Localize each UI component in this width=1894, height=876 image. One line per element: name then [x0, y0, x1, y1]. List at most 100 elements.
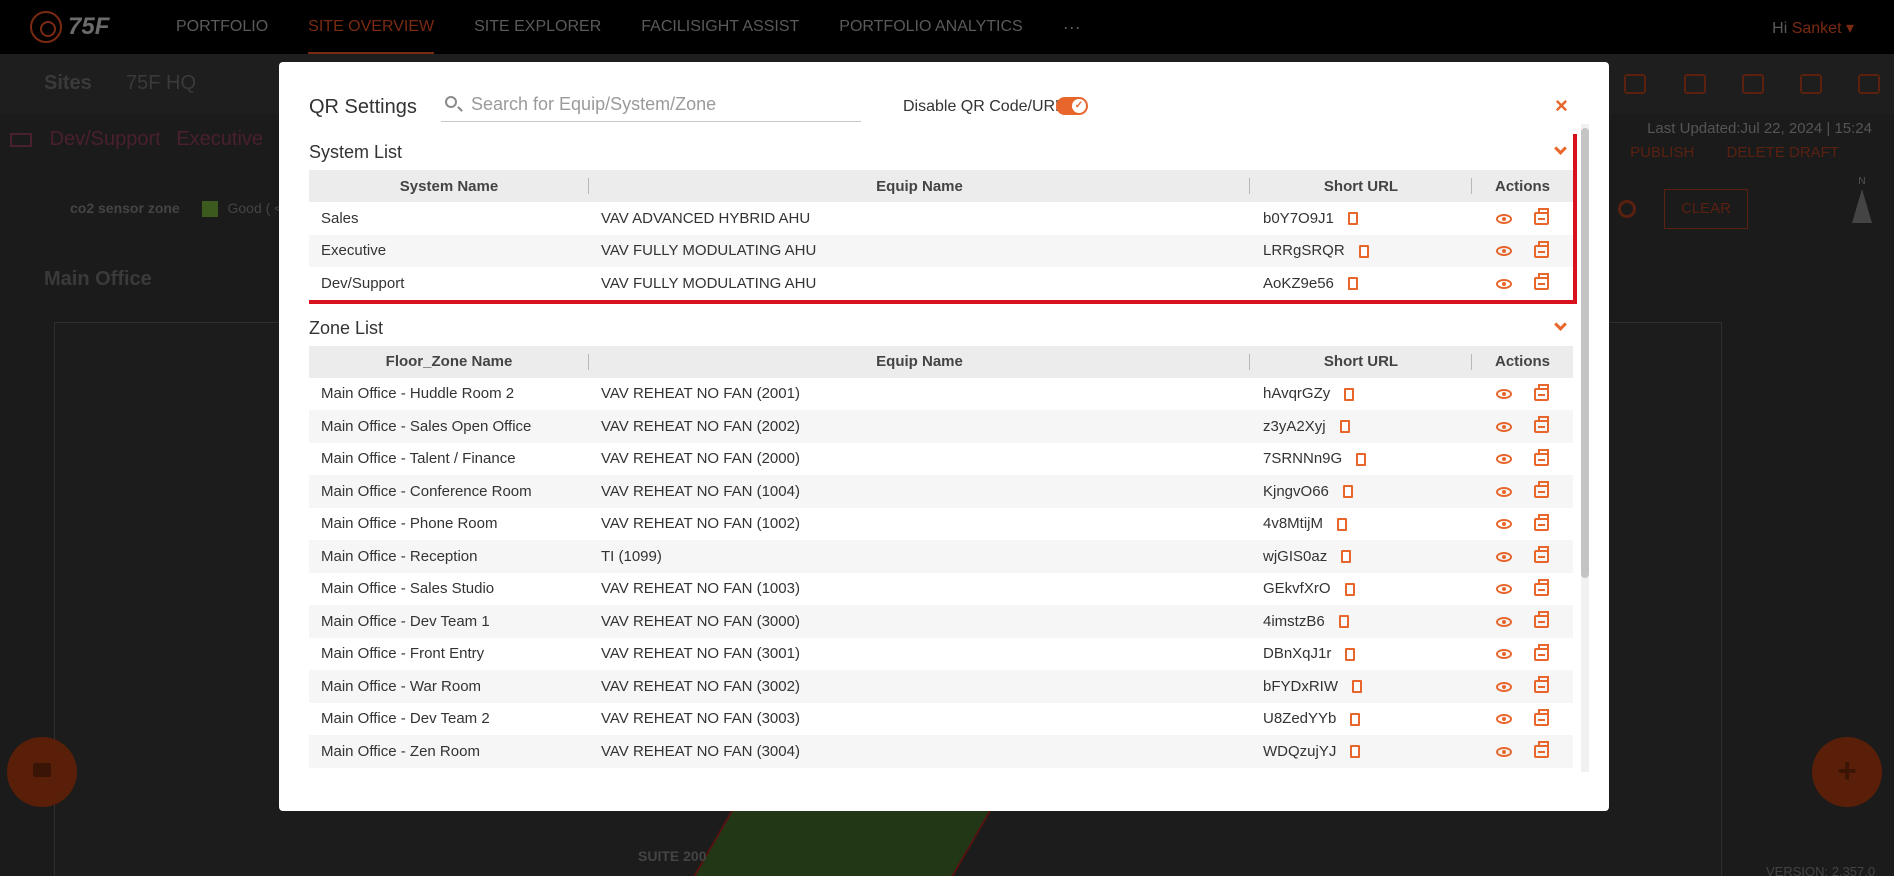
eye-icon[interactable] [1496, 421, 1512, 432]
copy-icon[interactable] [1335, 612, 1349, 629]
row-short-url[interactable]: DBnXqJ1r [1263, 645, 1331, 662]
eye-icon[interactable] [1496, 551, 1512, 562]
row-short-url[interactable]: b0Y7O9J1 [1263, 210, 1334, 227]
list-icon[interactable] [10, 132, 32, 147]
print-icon[interactable] [1534, 448, 1549, 466]
row-short-url[interactable]: hAvqrGZy [1263, 385, 1330, 402]
eye-icon[interactable] [1496, 246, 1512, 257]
eye-icon[interactable] [1496, 616, 1512, 627]
last-updated: Last Updated:Jul 22, 2024 | 15:24 [1647, 120, 1872, 137]
nav-site-overview[interactable]: SITE OVERVIEW [308, 0, 435, 54]
print-icon[interactable] [1534, 611, 1549, 629]
row-short-url[interactable]: AoKZ9e56 [1263, 275, 1334, 292]
row-equip-name: VAV REHEAT NO FAN (3001) [601, 645, 800, 663]
zone-list-header[interactable]: Zone List [309, 310, 1573, 346]
row-short-url[interactable]: 4imstzB6 [1263, 613, 1325, 630]
copy-icon[interactable] [1355, 241, 1369, 258]
pin-icon[interactable] [1800, 74, 1822, 94]
row-short-url[interactable]: LRRgSRQR [1263, 242, 1345, 259]
row-short-url[interactable]: U8ZedYYb [1263, 710, 1336, 727]
grid-icon[interactable] [1684, 74, 1706, 94]
top-navigation: 75F PORTFOLIO SITE OVERVIEW SITE EXPLORE… [0, 0, 1894, 54]
copy-icon[interactable] [1341, 579, 1355, 596]
print-icon[interactable] [1534, 546, 1549, 564]
eye-icon[interactable] [1496, 213, 1512, 224]
chevron-down-icon[interactable] [1554, 317, 1567, 331]
print-icon[interactable] [1534, 676, 1549, 694]
copy-icon[interactable] [1339, 482, 1353, 499]
eye-icon[interactable] [1496, 486, 1512, 497]
eye-icon[interactable] [1496, 746, 1512, 757]
gear-icon[interactable] [1618, 200, 1636, 218]
print-icon[interactable] [1534, 208, 1549, 226]
site-selector[interactable]: 75F HQ [126, 72, 196, 95]
row-short-url[interactable]: KjngvO66 [1263, 483, 1329, 500]
disable-qr-toggle[interactable] [1056, 97, 1088, 115]
print-icon[interactable] [1534, 708, 1549, 726]
chat-button[interactable] [7, 737, 77, 807]
print-icon[interactable] [1534, 481, 1549, 499]
copy-icon[interactable] [1338, 547, 1352, 564]
row-short-url[interactable]: z3yA2Xyj [1263, 418, 1326, 435]
eye-icon[interactable] [1496, 519, 1512, 530]
print-icon[interactable] [1534, 383, 1549, 401]
clear-button[interactable]: CLEAR [1664, 189, 1748, 229]
copy-icon[interactable] [1347, 709, 1361, 726]
copy-icon[interactable] [1342, 644, 1356, 661]
print-icon[interactable] [1534, 240, 1549, 258]
row-short-url[interactable]: 4v8MtijM [1263, 515, 1323, 532]
search-input[interactable] [471, 90, 851, 118]
eye-icon[interactable] [1496, 278, 1512, 289]
column-header: Actions [1472, 345, 1573, 378]
row-equip-name: VAV FULLY MODULATING AHU [601, 274, 817, 292]
copy-icon[interactable] [1344, 209, 1358, 226]
brand-logo[interactable]: 75F [30, 11, 176, 43]
print-icon[interactable] [1534, 513, 1549, 531]
copy-icon[interactable] [1334, 514, 1348, 531]
copy-icon[interactable] [1349, 677, 1362, 694]
qr-settings-modal: QR Settings Disable QR Code/URL × System… [279, 62, 1609, 811]
add-button[interactable]: + [1812, 737, 1882, 807]
scrollbar-thumb[interactable] [1581, 128, 1589, 578]
nav-facilisight-assist[interactable]: FACILISIGHT ASSIST [641, 0, 799, 54]
nav-portfolio-analytics[interactable]: PORTFOLIO ANALYTICS [839, 0, 1022, 54]
copy-icon[interactable] [1344, 274, 1358, 291]
copy-icon[interactable] [1347, 742, 1361, 759]
row-short-url[interactable]: bFYDxRIW [1263, 678, 1338, 695]
user-menu[interactable]: Hi Sanket ▾ [1772, 18, 1854, 38]
nav-portfolio[interactable]: PORTFOLIO [176, 0, 268, 54]
eye-icon[interactable] [1496, 389, 1512, 400]
eye-icon[interactable] [1496, 649, 1512, 660]
print-icon[interactable] [1534, 578, 1549, 596]
chevron-down-icon[interactable] [1554, 142, 1567, 155]
nav-site-explorer[interactable]: SITE EXPLORER [474, 0, 601, 54]
row-short-url[interactable]: 7SRNNn9G [1263, 450, 1342, 467]
filter-icon[interactable] [1858, 74, 1880, 94]
eye-icon[interactable] [1496, 681, 1512, 692]
nav-more-icon[interactable]: ··· [1063, 17, 1081, 38]
system-list-header[interactable]: System List [309, 134, 1573, 170]
zendesk-icon[interactable] [1624, 74, 1646, 94]
copy-icon[interactable] [1336, 417, 1350, 434]
row-name: Sales [321, 209, 359, 227]
row-short-url[interactable]: WDQzujYJ [1263, 743, 1336, 760]
greeting-text: Hi [1772, 20, 1788, 37]
eye-icon[interactable] [1496, 584, 1512, 595]
print-icon[interactable] [1534, 741, 1549, 759]
publish-button[interactable]: PUBLISH [1630, 144, 1694, 161]
delete-draft-button[interactable]: DELETE DRAFT [1726, 144, 1839, 161]
crumb-executive[interactable]: Executive [176, 128, 263, 150]
row-short-url[interactable]: GEkvfXrO [1263, 580, 1331, 597]
crumb-dev-support[interactable]: Dev/Support [50, 128, 161, 150]
row-short-url[interactable]: wjGIS0az [1263, 548, 1327, 565]
close-button[interactable]: × [1555, 95, 1568, 117]
print-icon[interactable] [1534, 273, 1549, 291]
eye-icon[interactable] [1496, 714, 1512, 725]
table-row: Main Office - Dev Team 2 VAV REHEAT NO FA… [309, 703, 1573, 736]
print-icon[interactable] [1534, 643, 1549, 661]
refresh-icon[interactable] [1742, 74, 1764, 94]
copy-icon[interactable] [1353, 449, 1367, 466]
eye-icon[interactable] [1496, 454, 1512, 465]
copy-icon[interactable] [1341, 384, 1355, 401]
print-icon[interactable] [1534, 416, 1549, 434]
